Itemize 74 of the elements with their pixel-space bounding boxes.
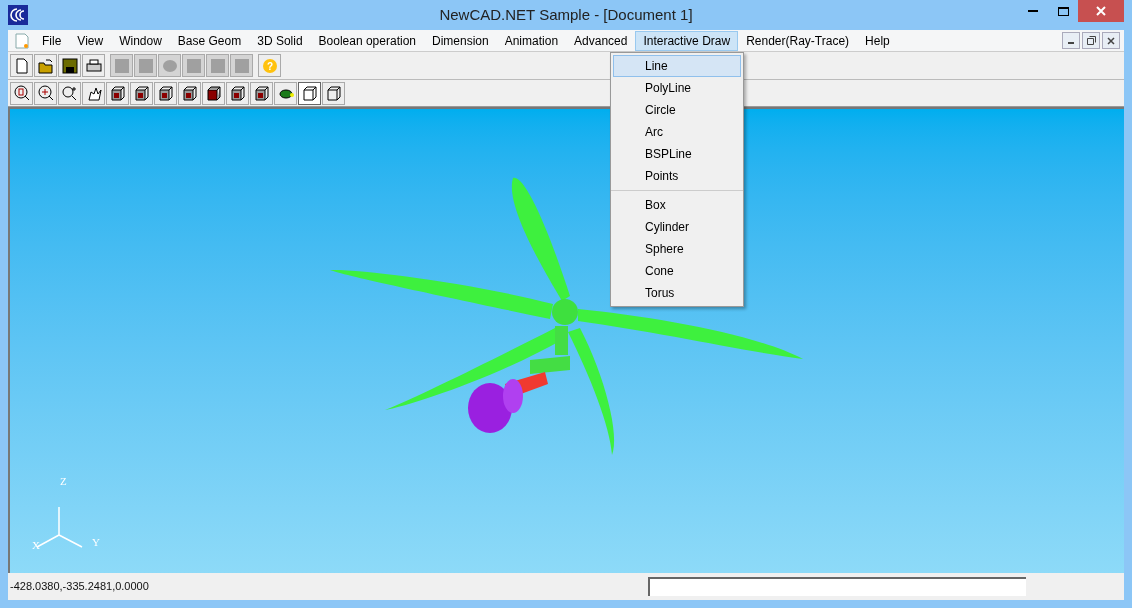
minimize-button[interactable] <box>1062 32 1080 49</box>
restore-icon <box>1086 36 1096 45</box>
menu-item[interactable]: Advanced <box>566 30 636 51</box>
minimize-icon <box>1028 10 1038 12</box>
toolbar-button[interactable] <box>298 81 321 105</box>
menu-item[interactable]: File <box>34 30 70 51</box>
wireframe-cube-icon <box>324 84 343 102</box>
restore-button[interactable] <box>1082 32 1100 49</box>
menu-option[interactable]: Box <box>613 194 741 216</box>
toolbar-button[interactable] <box>250 81 273 105</box>
toolbar-button[interactable] <box>82 54 105 77</box>
cube-icon <box>180 84 199 102</box>
toolbar-button[interactable] <box>34 81 57 105</box>
toolbar-button[interactable] <box>202 81 225 105</box>
folder-icon <box>36 56 55 75</box>
axis-label: Y <box>92 535 100 550</box>
square-icon <box>232 56 251 75</box>
menu-item[interactable]: Help <box>857 30 898 51</box>
toolbar-button[interactable] <box>178 81 201 105</box>
menu-item[interactable]: 3D Solid <box>249 30 311 51</box>
toolbar-button[interactable] <box>58 54 81 77</box>
axis-label: X <box>32 538 40 553</box>
menu-item[interactable]: Window <box>111 30 170 51</box>
cube-icon <box>228 84 247 102</box>
menu-item[interactable]: Render(Ray-Trace) <box>738 30 858 51</box>
square-icon <box>112 56 131 75</box>
window-title: NewCAD.NET Sample - [Document 1] <box>439 4 693 25</box>
toolbar-button[interactable] <box>34 54 57 77</box>
menu-option[interactable]: Points <box>613 165 741 187</box>
menu-option[interactable]: Cone <box>613 260 741 282</box>
cube-icon <box>252 84 271 102</box>
menu-item[interactable]: Dimension <box>424 30 497 51</box>
toolbar-button[interactable] <box>106 81 129 105</box>
minimize-icon <box>1068 42 1074 44</box>
toolbar-button[interactable] <box>226 81 249 105</box>
menu-item[interactable]: Base Geom <box>169 30 250 51</box>
toolbar-button[interactable] <box>82 81 105 105</box>
wireframe-cube-icon <box>300 84 319 102</box>
zoom-page-icon <box>12 84 31 102</box>
toolbar-button[interactable] <box>130 81 153 105</box>
zoom-icon <box>36 84 55 102</box>
axis-label: Z <box>60 474 67 489</box>
square-icon <box>136 56 155 75</box>
cube-icon <box>132 84 151 102</box>
close-icon <box>1107 36 1115 45</box>
menu-option[interactable]: BSPLine <box>613 143 741 165</box>
menu-item[interactable]: Animation <box>496 30 567 51</box>
menu-item[interactable]: Boolean operation <box>310 30 424 51</box>
menu-item[interactable]: Interactive Draw <box>635 30 739 51</box>
cube-icon <box>156 84 175 102</box>
toolbar-button[interactable] <box>10 81 33 105</box>
square-icon <box>208 56 227 75</box>
menu-option[interactable]: Cylinder <box>613 216 741 238</box>
coordinates-text: -428.0380,-335.2481,0.0000 <box>10 579 149 595</box>
cube-icon <box>204 84 223 102</box>
menu-option[interactable]: PolyLine <box>613 77 741 99</box>
close-button[interactable] <box>1102 32 1120 49</box>
toolbar-button[interactable] <box>154 81 177 105</box>
maximize-icon <box>1057 6 1069 16</box>
printer-icon <box>84 56 103 75</box>
zoom-in-icon <box>60 84 79 102</box>
toolbar-button[interactable] <box>322 81 345 105</box>
cube-icon <box>108 84 127 102</box>
square-icon <box>184 56 203 75</box>
menu-option[interactable]: Line <box>613 55 741 77</box>
menu-item[interactable]: View <box>69 30 112 51</box>
toolbar-button[interactable] <box>58 81 81 105</box>
menu-option[interactable]: Sphere <box>613 238 741 260</box>
app-logo-icon <box>8 5 28 25</box>
toolbar-button[interactable] <box>274 81 297 105</box>
menu-option[interactable]: Arc <box>613 121 741 143</box>
close-icon <box>1096 6 1106 16</box>
close-button[interactable] <box>1078 0 1124 22</box>
menu-option[interactable]: Torus <box>613 282 741 304</box>
